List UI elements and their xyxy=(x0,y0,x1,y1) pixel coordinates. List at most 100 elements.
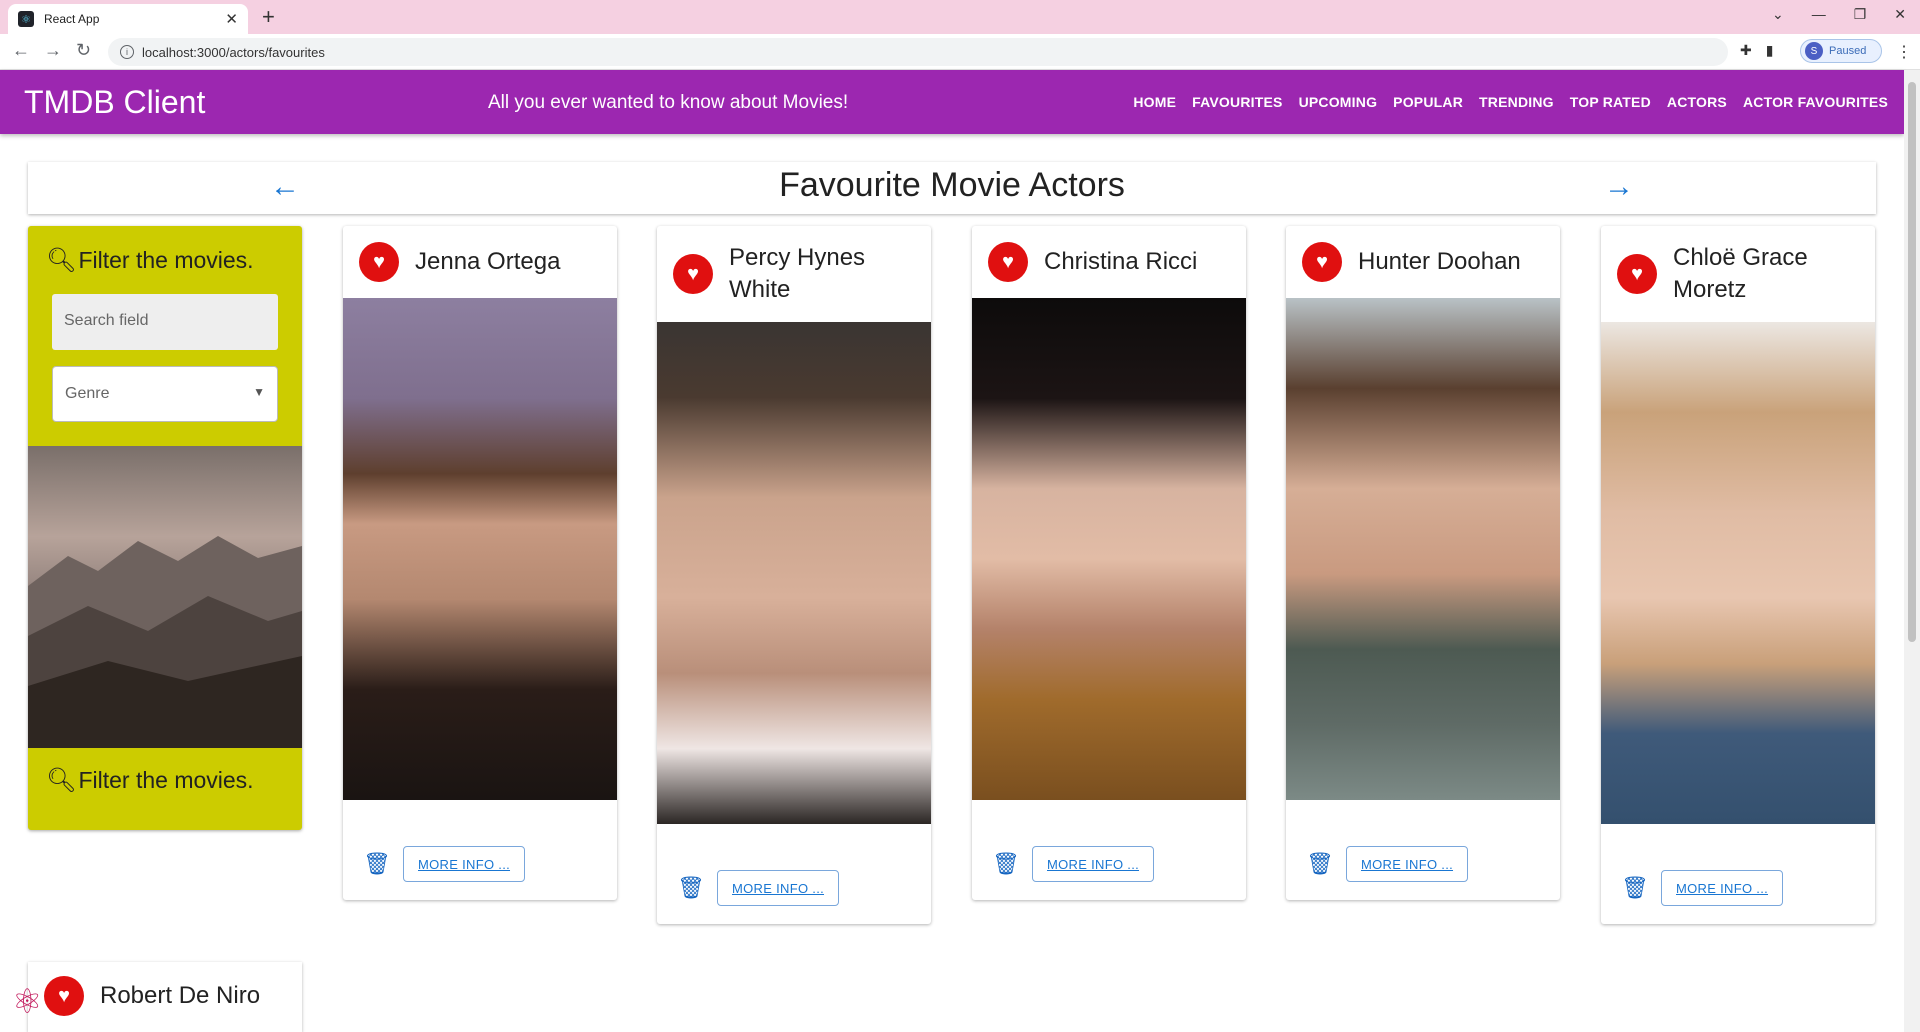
delete-icon[interactable]: 🗑︎ xyxy=(1621,875,1649,901)
filter-heading-text: Filter the movies. xyxy=(78,247,254,273)
chevron-down-icon: ▼ xyxy=(253,385,265,399)
new-tab-button[interactable]: + xyxy=(262,4,275,30)
actor-photo xyxy=(657,322,931,824)
search-icon: 🔍︎ xyxy=(46,247,77,274)
actor-card: ♥ Robert De Niro xyxy=(28,962,302,1032)
actor-name: Christina Ricci xyxy=(1044,248,1198,275)
filter-landscape-image xyxy=(28,446,302,748)
react-devtools-icon[interactable]: ⚛ xyxy=(12,982,42,1022)
mountain-illustration xyxy=(28,536,302,748)
scrollbar-thumb[interactable] xyxy=(1908,82,1916,642)
reload-icon[interactable]: ↻ xyxy=(76,40,91,61)
actor-name: Jenna Ortega xyxy=(415,248,561,275)
nav-upcoming[interactable]: UPCOMING xyxy=(1299,94,1378,110)
tab-title: React App xyxy=(44,12,100,26)
avatar: S xyxy=(1805,42,1823,60)
card-actions: 🗑︎ MORE INFO ... xyxy=(1306,846,1469,882)
actor-photo xyxy=(1601,322,1875,824)
heart-icon: ♥ xyxy=(988,242,1028,282)
actor-photo xyxy=(1286,298,1560,800)
tab-search-icon[interactable]: ⌄ xyxy=(1772,6,1784,23)
actor-card: ♥ Jenna Ortega 🗑︎ MORE INFO ... xyxy=(343,226,617,900)
actor-card: ♥ Chloë Grace Moretz 🗑︎ MORE INFO ... xyxy=(1601,226,1875,924)
more-info-button[interactable]: MORE INFO ... xyxy=(1032,846,1155,882)
delete-icon[interactable]: 🗑︎ xyxy=(677,875,705,901)
forward-icon[interactable]: → xyxy=(44,40,62,61)
extensions-icon[interactable]: ✚ xyxy=(1740,42,1752,59)
site-info-icon[interactable]: i xyxy=(120,45,134,59)
actor-name: Robert De Niro xyxy=(100,982,261,1009)
card-actions: 🗑︎ MORE INFO ... xyxy=(992,846,1155,882)
actor-card-header: ♥ Hunter Doohan xyxy=(1302,242,1548,282)
page-header: ← Favourite Movie Actors → xyxy=(28,162,1876,214)
nav-favourites[interactable]: FAVOURITES xyxy=(1192,94,1282,110)
restore-button[interactable]: ❐ xyxy=(1854,6,1867,23)
card-actions: 🗑︎ MORE INFO ... xyxy=(677,870,840,906)
close-tab-icon[interactable]: ✕ xyxy=(225,10,238,28)
delete-icon[interactable]: 🗑︎ xyxy=(1306,851,1334,877)
browser-tab[interactable]: ⚛ React App ✕ xyxy=(8,4,248,34)
nav-popular[interactable]: POPULAR xyxy=(1393,94,1463,110)
actor-name: Hunter Doohan xyxy=(1358,248,1521,275)
nav-top-rated[interactable]: TOP RATED xyxy=(1570,94,1651,110)
main-nav: HOME FAVOURITES UPCOMING POPULAR TRENDIN… xyxy=(1133,94,1888,110)
tagline: All you ever wanted to know about Movies… xyxy=(488,92,849,113)
actor-card-header: ♥ Chloë Grace Moretz xyxy=(1617,242,1863,306)
close-window-button[interactable]: ✕ xyxy=(1894,6,1906,23)
delete-icon[interactable]: 🗑︎ xyxy=(363,851,391,877)
profile-status: Paused xyxy=(1829,45,1867,57)
browser-menu-icon[interactable]: ⋮ xyxy=(1896,42,1912,62)
page-scrollbar[interactable] xyxy=(1904,70,1920,1032)
delete-icon[interactable]: 🗑︎ xyxy=(992,851,1020,877)
more-info-button[interactable]: MORE INFO ... xyxy=(1346,846,1469,882)
filter-footer-text: Filter the movies. xyxy=(78,767,254,793)
card-actions: 🗑︎ MORE INFO ... xyxy=(363,846,526,882)
toolbar-icons: ✚ ▮ xyxy=(1740,42,1773,59)
nav-home[interactable]: HOME xyxy=(1133,94,1176,110)
react-favicon-icon: ⚛ xyxy=(18,11,34,27)
search-icon: 🔍︎ xyxy=(46,767,77,794)
actor-card-header: ♥ Jenna Ortega xyxy=(359,242,605,282)
nav-actor-favourites[interactable]: ACTOR FAVOURITES xyxy=(1743,94,1888,110)
side-panel-icon[interactable]: ▮ xyxy=(1766,42,1774,59)
heart-icon: ♥ xyxy=(1302,242,1342,282)
nav-actors[interactable]: ACTORS xyxy=(1667,94,1727,110)
actor-card: ♥ Christina Ricci 🗑︎ MORE INFO ... xyxy=(972,226,1246,900)
card-actions: 🗑︎ MORE INFO ... xyxy=(1621,870,1784,906)
heart-icon: ♥ xyxy=(673,254,713,294)
app-bar: TMDB Client All you ever wanted to know … xyxy=(0,70,1904,134)
forward-arrow-icon[interactable]: → xyxy=(1604,170,1634,204)
actor-photo xyxy=(972,298,1246,800)
actor-card-header: ♥ Robert De Niro xyxy=(44,976,260,1016)
browser-toolbar: ← → ↻ i localhost:3000/actors/favourites xyxy=(0,34,1920,70)
actor-photo xyxy=(343,298,617,800)
actor-name: Chloë Grace Moretz xyxy=(1673,244,1808,303)
more-info-button[interactable]: MORE INFO ... xyxy=(717,870,840,906)
browser-tab-strip: ⚛ React App ✕ + ⌄ — ❐ ✕ xyxy=(0,0,1920,34)
filter-footer-heading: 🔍︎ Filter the movies. xyxy=(46,766,254,795)
actor-card: ♥ Percy Hynes White 🗑︎ MORE INFO ... xyxy=(657,226,931,924)
more-info-button[interactable]: MORE INFO ... xyxy=(403,846,526,882)
heart-icon: ♥ xyxy=(44,976,84,1016)
actor-name: Percy Hynes White xyxy=(729,244,866,303)
search-input[interactable]: Search field xyxy=(52,294,278,350)
heart-icon: ♥ xyxy=(359,242,399,282)
nav-trending[interactable]: TRENDING xyxy=(1479,94,1554,110)
minimize-button[interactable]: — xyxy=(1812,6,1826,23)
window-controls: ⌄ — ❐ ✕ xyxy=(1772,6,1906,23)
actor-card: ♥ Hunter Doohan 🗑︎ MORE INFO ... xyxy=(1286,226,1560,900)
url-text: localhost:3000/actors/favourites xyxy=(142,44,325,60)
genre-label: Genre xyxy=(65,385,110,402)
more-info-button[interactable]: MORE INFO ... xyxy=(1661,870,1784,906)
actor-card-header: ♥ Percy Hynes White xyxy=(673,242,919,306)
page-title: Favourite Movie Actors xyxy=(779,166,1125,204)
filter-card: 🔍︎ Filter the movies. Search field Genre… xyxy=(28,226,302,830)
back-icon[interactable]: ← xyxy=(12,40,30,61)
actor-card-header: ♥ Christina Ricci xyxy=(988,242,1234,282)
profile-button[interactable]: S Paused xyxy=(1800,39,1882,63)
address-bar[interactable]: i localhost:3000/actors/favourites xyxy=(108,38,1728,66)
brand-title: TMDB Client xyxy=(24,84,206,120)
genre-select[interactable]: Genre ▼ xyxy=(52,366,278,422)
heart-icon: ♥ xyxy=(1617,254,1657,294)
filter-heading: 🔍︎ Filter the movies. xyxy=(46,246,254,275)
